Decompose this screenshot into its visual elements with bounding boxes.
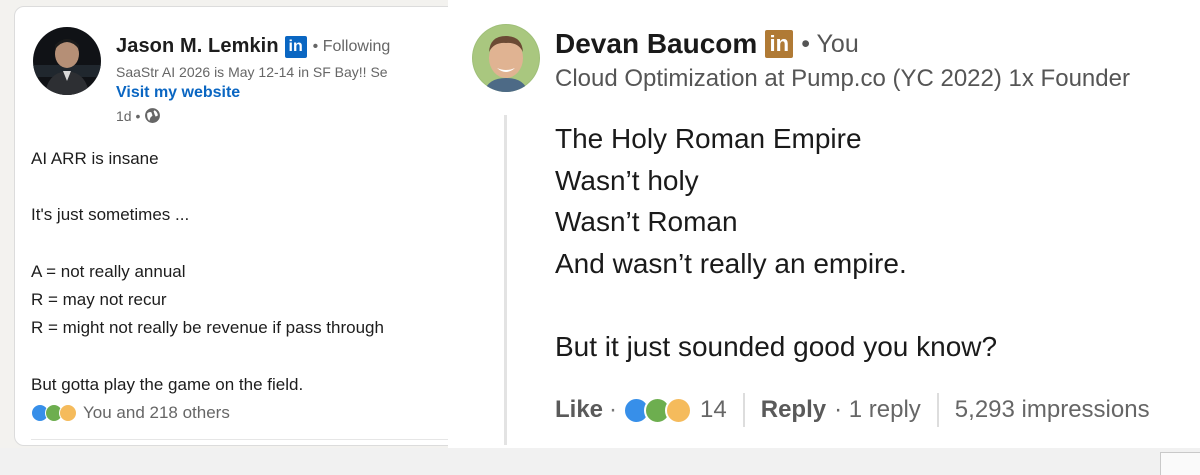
left-post-panel: Jason M. Lemkin in • Following SaaStr AI… — [0, 0, 448, 475]
post-body: AI ARR is insane It's just sometimes ...… — [31, 145, 448, 399]
comment-body: The Holy Roman Empire Wasn’t holy Wasn’t… — [555, 118, 997, 367]
post-line: A = not really annual — [31, 261, 186, 281]
reply-button[interactable]: Reply — [761, 396, 826, 424]
post-line: But gotta play the game on the field. — [31, 374, 304, 394]
replies-count[interactable]: · 1 reply — [834, 396, 921, 424]
post-card: Jason M. Lemkin in • Following SaaStr AI… — [14, 6, 448, 446]
insightful-reaction-icon — [59, 404, 77, 422]
comment-author-headline: Cloud Optimization at Pump.co (YC 2022) … — [555, 65, 1130, 92]
impressions-count: 5,293 impressions — [954, 396, 1150, 423]
reactions-summary[interactable]: You and 218 others — [31, 403, 230, 423]
reactions-text: You and 218 others — [83, 403, 230, 422]
comment-line: Wasn’t Roman — [555, 206, 738, 237]
corner-element — [1160, 452, 1200, 475]
like-button[interactable]: Like — [555, 396, 603, 424]
comment-line: And wasn’t really an empire. — [555, 247, 907, 279]
post-line: It's just sometimes ... — [31, 205, 190, 225]
post-line: R = may not recur — [31, 289, 167, 309]
comment-actions: Like · 14 Reply · 1 reply 5,293 impressi… — [555, 392, 1150, 428]
linkedin-premium-icon: in — [284, 35, 307, 58]
globe-icon — [145, 108, 161, 123]
separator — [936, 393, 939, 427]
post-timestamp: 1d • — [116, 107, 141, 124]
author-name[interactable]: Jason M. Lemkin — [116, 35, 279, 58]
comment-line: Wasn’t holy — [555, 164, 699, 196]
comment-line: But it just sounded good you know? — [555, 330, 998, 362]
author-avatar-jason[interactable] — [33, 27, 101, 95]
comment-line: The Holy Roman Empire — [555, 123, 862, 154]
follow-status: • Following — [312, 37, 391, 55]
comment-panel: Devan Baucom in • You Cloud Optimization… — [448, 0, 1200, 475]
separator — [742, 393, 745, 427]
post-line: AI ARR is insane — [31, 149, 159, 168]
author-headline: SaaStr AI 2026 is May 12-14 in SF Bay!! … — [116, 64, 388, 80]
you-label: • You — [801, 29, 859, 58]
reaction-count[interactable]: 14 — [700, 396, 727, 424]
linkedin-premium-icon: in — [765, 30, 794, 58]
thread-line — [504, 115, 507, 445]
divider — [31, 439, 448, 440]
comment-reactions[interactable] — [623, 396, 693, 424]
visit-website-link[interactable]: Visit my website — [116, 84, 240, 102]
bottom-strip — [0, 448, 1200, 475]
post-line: R = might not really be revenue if pass … — [31, 318, 384, 338]
insightful-reaction-icon — [665, 396, 693, 424]
comment-author-name[interactable]: Devan Baucom — [555, 28, 757, 60]
author-avatar-devan[interactable] — [472, 24, 540, 92]
